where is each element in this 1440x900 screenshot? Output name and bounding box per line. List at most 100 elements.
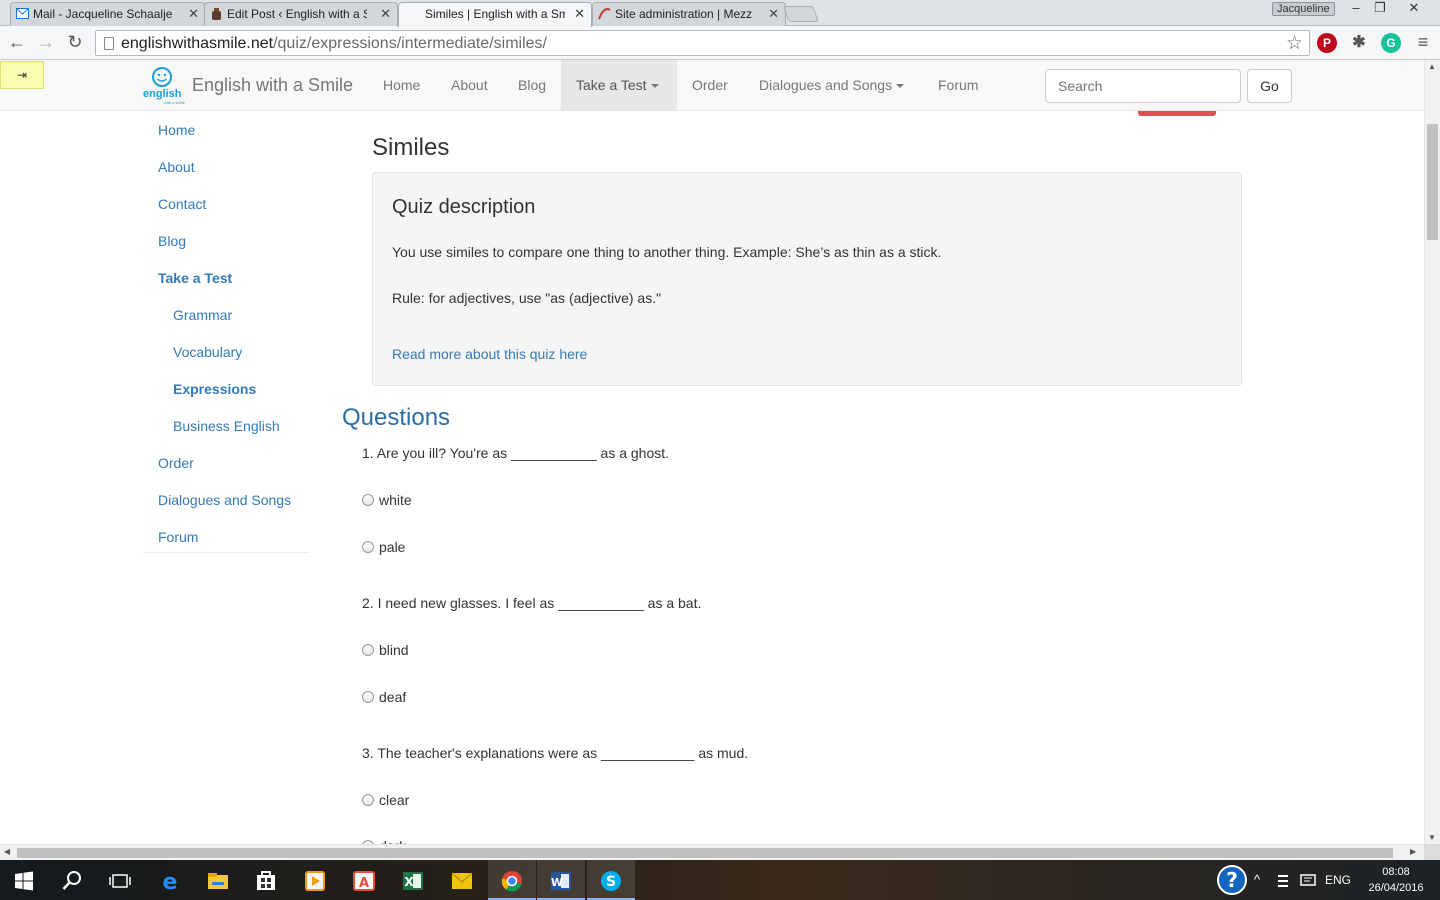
notifications-tray-icon[interactable] — [1300, 860, 1316, 900]
grammarly-icon[interactable]: G — [1381, 33, 1401, 53]
sidebar-item-home[interactable]: Home — [158, 122, 195, 138]
sidebar-item-business-english[interactable]: Business English — [173, 418, 280, 434]
sidebar-item-forum[interactable]: Forum — [158, 529, 198, 545]
tab-mail[interactable]: Mail - Jacqueline Schaalje ✕ — [10, 2, 206, 26]
taskbar-chrome[interactable] — [488, 860, 536, 900]
bookmark-star-icon[interactable]: ☆ — [1286, 32, 1303, 55]
back-button[interactable]: ← — [5, 31, 29, 55]
pinterest-icon[interactable]: P — [1317, 33, 1337, 53]
taskbar-edge[interactable]: e — [146, 860, 194, 900]
forward-button[interactable]: → — [34, 31, 58, 55]
close-icon[interactable]: ✕ — [768, 6, 779, 22]
taskbar-skype[interactable]: S — [587, 860, 635, 900]
sidebar-nav: Home About Contact Blog Take a Test Gram… — [143, 111, 309, 553]
address-bar[interactable]: englishwithasmile.net/quiz/expressions/i… — [95, 30, 1310, 56]
taskbar-file-explorer[interactable] — [194, 860, 242, 900]
new-tab-button[interactable] — [783, 6, 819, 22]
sidebar-item-take-a-test[interactable]: Take a Test — [158, 270, 232, 286]
sidebar-item-vocabulary[interactable]: Vocabulary — [173, 344, 242, 360]
quiz-description-text: You use similes to compare one thing to … — [392, 244, 942, 260]
reload-button[interactable]: ↻ — [63, 31, 87, 55]
tab-similes[interactable]: Similes | English with a Sm ✕ — [398, 2, 592, 27]
sidebar-item-grammar[interactable]: Grammar — [173, 307, 232, 323]
taskbar-acrobat[interactable]: A — [340, 860, 388, 900]
tab-edit-post[interactable]: Edit Post ‹ English with a S ✕ — [204, 2, 398, 26]
close-window-button[interactable]: ✕ — [1398, 0, 1430, 18]
radio-button[interactable] — [362, 794, 374, 806]
horizontal-scroll-thumb[interactable] — [17, 848, 1393, 858]
system-clock[interactable]: 08:08 26/04/2016 — [1362, 864, 1430, 896]
scroll-left-arrow-icon[interactable]: ◀ — [4, 847, 10, 856]
sidebar-item-blog[interactable]: Blog — [158, 233, 186, 249]
scroll-down-arrow-icon[interactable]: ▼ — [1428, 833, 1436, 842]
radio-button[interactable] — [362, 541, 374, 553]
restore-button[interactable]: ❐ — [1366, 0, 1394, 18]
nav-order[interactable]: Order — [677, 60, 743, 111]
radio-button[interactable] — [362, 644, 374, 656]
nav-blog[interactable]: Blog — [503, 60, 561, 111]
answer-option[interactable]: pale — [362, 539, 405, 555]
chrome-menu-icon[interactable]: ≡ — [1411, 31, 1435, 55]
horizontal-scrollbar[interactable]: ◀ ▶ — [0, 844, 1424, 860]
taskbar-excel[interactable]: X — [389, 860, 437, 900]
site-logo[interactable]: english with a smile — [140, 66, 192, 106]
search-input[interactable] — [1045, 69, 1241, 103]
nav-about[interactable]: About — [436, 60, 503, 111]
answer-option[interactable]: deaf — [362, 689, 406, 705]
word-icon: W — [551, 872, 571, 891]
nav-home[interactable]: Home — [368, 60, 435, 111]
help-tray-button[interactable]: ? — [1216, 864, 1248, 896]
sidebar-item-dialogues-and-songs[interactable]: Dialogues and Songs — [158, 492, 291, 508]
tab-site-admin[interactable]: Site administration | Mezz ✕ — [592, 2, 786, 26]
taskbar-media-player[interactable] — [291, 860, 339, 900]
tab-title: Site administration | Mezz — [615, 7, 753, 21]
site-brand[interactable]: English with a Smile — [192, 75, 353, 96]
user-profile-badge[interactable]: Jacqueline — [1272, 2, 1335, 16]
sidebar-item-expressions[interactable]: Expressions — [173, 381, 256, 397]
option-label: pale — [379, 539, 406, 555]
puzzle-extension-icon[interactable]: ✱ — [1349, 33, 1369, 53]
nav-dialogues-and-songs[interactable]: Dialogues and Songs — [744, 60, 919, 111]
sidebar-item-contact[interactable]: Contact — [158, 196, 206, 212]
search-go-button[interactable]: Go — [1247, 69, 1292, 103]
start-icon — [15, 871, 33, 891]
close-icon[interactable]: ✕ — [188, 6, 199, 22]
option-label: deaf — [379, 689, 407, 705]
scroll-right-arrow-icon[interactable]: ▶ — [1410, 847, 1416, 856]
answer-option[interactable]: blind — [362, 642, 409, 658]
radio-button[interactable] — [362, 494, 374, 506]
store-icon — [257, 871, 275, 891]
nav-label: Blog — [518, 77, 547, 93]
answer-option[interactable]: white — [362, 492, 412, 508]
page-title: Similes — [372, 134, 450, 161]
close-icon[interactable]: ✕ — [574, 6, 585, 22]
radio-button[interactable] — [362, 691, 374, 703]
vertical-scroll-thumb[interactable] — [1427, 124, 1438, 240]
start-button[interactable] — [0, 860, 48, 900]
sidebar-item-about[interactable]: About — [158, 159, 195, 175]
svg-text:?: ? — [1226, 868, 1238, 892]
taskbar-store[interactable] — [242, 860, 290, 900]
answer-option[interactable]: clear — [362, 792, 409, 808]
task-view-icon — [109, 874, 131, 889]
pinned-sidebar-toggle[interactable]: ⇥ — [0, 61, 44, 89]
vertical-scrollbar[interactable]: ▲ ▼ — [1424, 60, 1440, 844]
read-more-link[interactable]: Read more about this quiz here — [392, 346, 587, 362]
network-tray-icon[interactable] — [1276, 860, 1290, 900]
task-view-button[interactable] — [96, 860, 144, 900]
option-label: white — [379, 492, 412, 508]
tray-overflow-chevron-icon[interactable]: ^ — [1254, 860, 1260, 900]
wordpress-bottle-icon — [210, 8, 223, 20]
scroll-up-arrow-icon[interactable]: ▲ — [1428, 62, 1436, 71]
option-label: blind — [379, 642, 409, 658]
caret-down-icon — [896, 84, 905, 89]
sidebar-item-order[interactable]: Order — [158, 455, 194, 471]
close-icon[interactable]: ✕ — [380, 6, 391, 22]
svg-text:X: X — [404, 875, 414, 889]
taskbar-word[interactable]: W — [537, 860, 585, 900]
nav-take-a-test[interactable]: Take a Test — [561, 60, 677, 111]
taskbar-notes[interactable] — [438, 860, 486, 900]
taskbar-search[interactable] — [48, 860, 96, 900]
language-indicator[interactable]: ENG — [1325, 860, 1351, 900]
nav-forum[interactable]: Forum — [923, 60, 993, 111]
